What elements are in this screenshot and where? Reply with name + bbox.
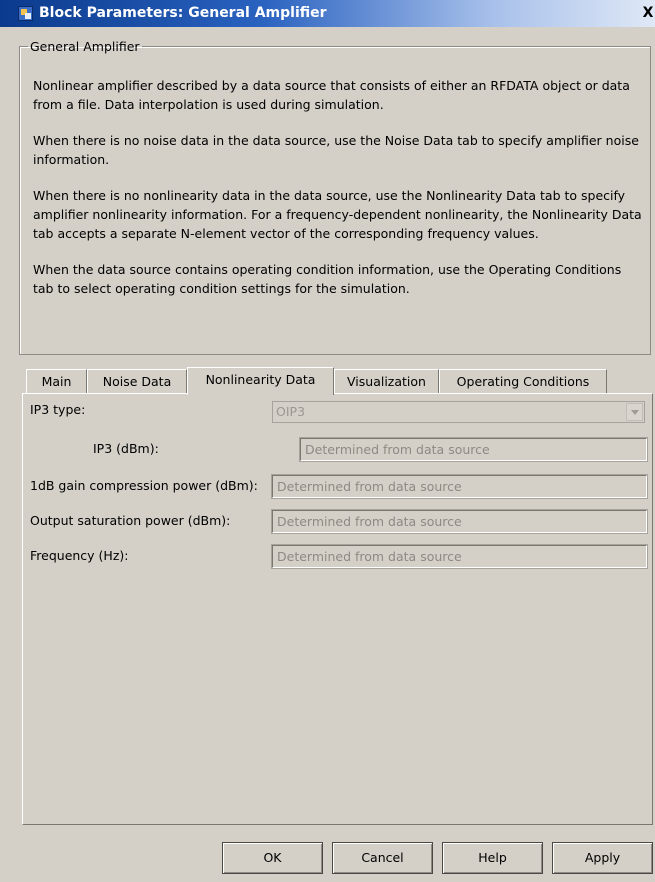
apply-button[interactable]: Apply xyxy=(552,842,653,874)
tab-noise-data[interactable]: Noise Data xyxy=(87,369,187,394)
output-saturation-input[interactable]: Determined from data source xyxy=(271,509,648,534)
block-parameters-icon xyxy=(18,6,33,21)
p1db-label: 1dB gain compression power (dBm): xyxy=(30,478,258,493)
close-button[interactable]: X xyxy=(641,5,655,22)
window-title: Block Parameters: General Amplifier xyxy=(39,5,327,21)
tab-main[interactable]: Main xyxy=(26,369,87,394)
output-saturation-label: Output saturation power (dBm): xyxy=(30,513,231,528)
description-paragraph: When there is no nonlinearity data in th… xyxy=(33,188,642,241)
title-bar[interactable]: Block Parameters: General Amplifier X xyxy=(0,0,655,27)
ip3-type-select[interactable]: OIP3 xyxy=(272,401,645,423)
description-text: Nonlinear amplifier described by a data … xyxy=(33,76,645,315)
ok-button[interactable]: OK xyxy=(222,842,323,874)
ip3-label: IP3 (dBm): xyxy=(93,441,159,456)
description-paragraph: Nonlinear amplifier described by a data … xyxy=(33,78,630,112)
group-legend: General Amplifier xyxy=(30,39,140,54)
tab-bar: Main Noise Data Nonlinearity Data Visual… xyxy=(26,367,646,395)
tab-nonlinearity-data[interactable]: Nonlinearity Data xyxy=(187,367,334,395)
p1db-input[interactable]: Determined from data source xyxy=(271,474,648,499)
help-button[interactable]: Help xyxy=(442,842,543,874)
ip3-type-value: OIP3 xyxy=(276,404,306,419)
ip3-input[interactable]: Determined from data source xyxy=(299,437,648,462)
frequency-label: Frequency (Hz): xyxy=(30,548,129,563)
description-paragraph: When there is no noise data in the data … xyxy=(33,133,639,167)
tab-visualization[interactable]: Visualization xyxy=(334,369,439,394)
description-paragraph: When the data source contains operating … xyxy=(33,262,622,296)
chevron-down-icon[interactable] xyxy=(626,403,643,421)
cancel-button[interactable]: Cancel xyxy=(332,842,433,874)
tab-operating-conditions[interactable]: Operating Conditions xyxy=(439,369,607,394)
ip3-type-label: IP3 type: xyxy=(30,402,86,417)
frequency-input[interactable]: Determined from data source xyxy=(271,544,648,569)
